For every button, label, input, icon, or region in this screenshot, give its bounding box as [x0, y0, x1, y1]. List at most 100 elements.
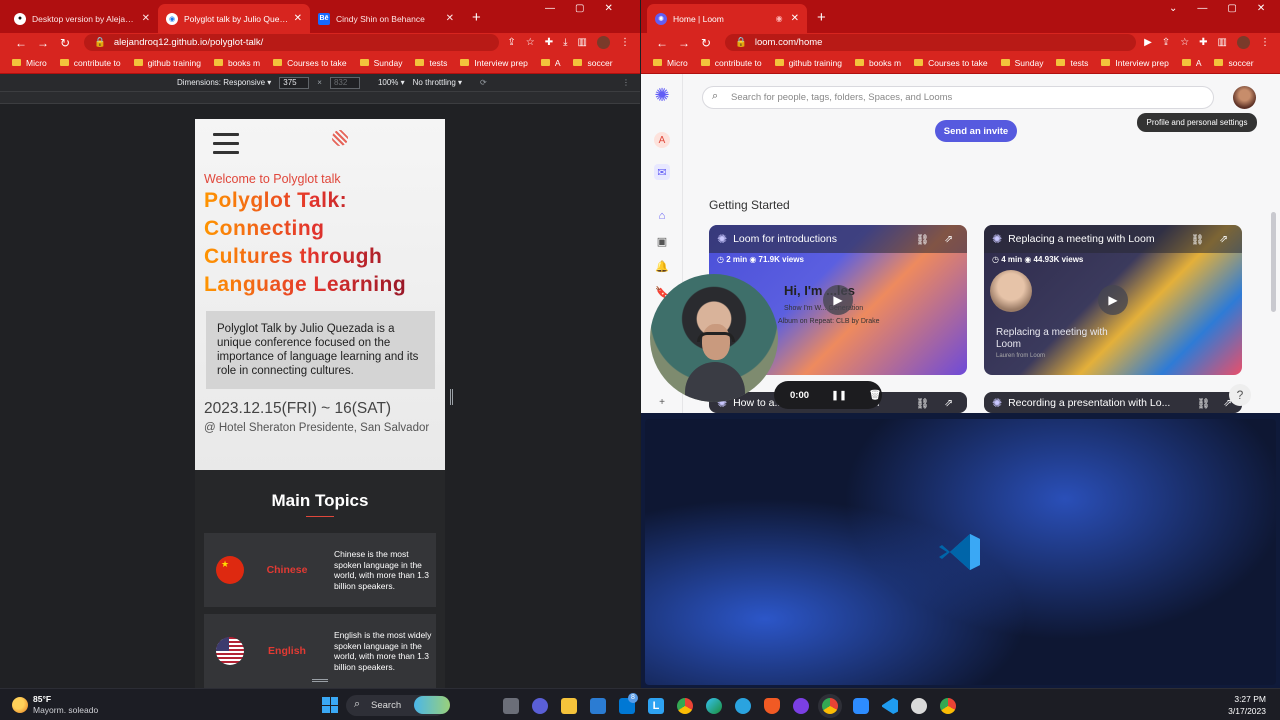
bookmark-item[interactable]: books m: [854, 58, 901, 68]
close-window-icon[interactable]: ✕: [604, 3, 612, 14]
tab-loom-home[interactable]: ✺ Home | Loom ◉ ✕: [647, 4, 807, 33]
help-button[interactable]: ?: [1229, 384, 1251, 406]
throttling-select[interactable]: No throttling ▾: [413, 78, 462, 87]
minimize-icon[interactable]: —: [545, 3, 555, 14]
back-icon[interactable]: ←: [10, 36, 32, 50]
file-explorer-icon[interactable]: [561, 698, 577, 714]
loom-logo-icon[interactable]: ✺: [654, 85, 670, 105]
clock-date[interactable]: 3/17/2023: [1222, 706, 1266, 716]
weather-temp[interactable]: 85°F: [33, 694, 51, 704]
trash-icon[interactable]: 🗑: [869, 390, 881, 401]
reload-icon[interactable]: ↻: [695, 36, 717, 50]
learn-app-icon[interactable]: L: [648, 698, 664, 714]
hamburger-menu-icon[interactable]: [213, 133, 239, 160]
close-window-icon[interactable]: ✕: [1257, 3, 1265, 14]
bell-icon[interactable]: 🔔: [654, 258, 670, 274]
tab-desktop-version[interactable]: ● Desktop version by Alejandroq ✕: [6, 4, 158, 33]
maximize-icon[interactable]: ▢: [1227, 3, 1236, 14]
video-card-recording-presentation[interactable]: ✺ Recording a presentation with Lo... ⛓ …: [984, 392, 1242, 413]
height-input[interactable]: 832: [329, 76, 360, 89]
bookmark-item[interactable]: Interview prep: [1101, 58, 1169, 68]
open-external-icon[interactable]: ⇗: [944, 397, 953, 409]
workspace-avatar[interactable]: A: [654, 132, 670, 148]
profile-icon[interactable]: [597, 36, 610, 49]
bookmark-item[interactable]: github training: [774, 58, 842, 68]
sidepanel-icon[interactable]: ▥: [1218, 37, 1227, 48]
rotate-icon[interactable]: ⟳: [480, 78, 487, 87]
dimensions-select[interactable]: Dimensions: Responsive ▾: [177, 78, 271, 87]
maximize-icon[interactable]: ▢: [575, 3, 584, 14]
bookmark-item[interactable]: A: [1181, 58, 1201, 68]
podcast-icon[interactable]: [793, 698, 809, 714]
share-icon[interactable]: ⇪: [507, 37, 515, 48]
taskbar-search[interactable]: ⌕ Search: [346, 695, 450, 716]
profile-avatar[interactable]: [1233, 86, 1256, 109]
webcam-bubble[interactable]: [650, 274, 778, 402]
add-icon[interactable]: +: [654, 394, 670, 410]
home-icon[interactable]: ⌂: [654, 208, 670, 224]
close-tab-icon[interactable]: ✕: [294, 13, 302, 24]
store-icon[interactable]: [590, 698, 606, 714]
bookmark-item[interactable]: soccer: [573, 58, 613, 68]
bookmark-item[interactable]: github training: [133, 58, 201, 68]
bookmark-item[interactable]: Sunday: [1000, 58, 1043, 68]
profile-icon[interactable]: [1237, 36, 1250, 49]
minimize-icon[interactable]: —: [1197, 3, 1207, 14]
reload-icon[interactable]: ↻: [54, 36, 76, 50]
bookmark-item[interactable]: Micro: [653, 58, 688, 68]
play-icon[interactable]: ▶: [1098, 285, 1128, 315]
scrollbar-thumb[interactable]: [1271, 212, 1276, 312]
bookmark-item[interactable]: tests: [1056, 58, 1088, 68]
search-input[interactable]: ⌕ Search for people, tags, folders, Spac…: [702, 86, 1214, 109]
copy-link-icon[interactable]: ⛓: [1191, 233, 1204, 246]
url-field[interactable]: 🔒 alejandroq12.github.io/polyglot-talk/: [84, 34, 500, 51]
camera-icon[interactable]: ▶: [1144, 37, 1152, 48]
edge-icon[interactable]: [706, 698, 722, 714]
vscode-taskbar-icon[interactable]: [882, 698, 898, 714]
play-icon[interactable]: ▶: [823, 285, 853, 315]
windows-start-icon[interactable]: [322, 697, 338, 713]
new-tab-button[interactable]: +: [462, 4, 491, 33]
clock-app-icon[interactable]: [911, 698, 927, 714]
bookmark-item[interactable]: A: [540, 58, 560, 68]
new-tab-button[interactable]: +: [807, 4, 836, 33]
bookmark-item[interactable]: books m: [213, 58, 260, 68]
chat-icon[interactable]: [532, 698, 548, 714]
chrome-icon[interactable]: [677, 698, 693, 714]
close-tab-icon[interactable]: ✕: [446, 13, 454, 24]
zoom-icon[interactable]: [853, 698, 869, 714]
forward-icon[interactable]: →: [673, 36, 695, 50]
back-icon[interactable]: ←: [651, 36, 673, 50]
download-icon[interactable]: ⤓: [563, 37, 567, 48]
bookmark-item[interactable]: Courses to take: [914, 58, 988, 68]
mail-icon[interactable]: ✉: [654, 164, 670, 180]
close-tab-icon[interactable]: ✕: [142, 13, 150, 24]
sidepanel-icon[interactable]: ▥: [578, 37, 587, 48]
menu-icon[interactable]: ⋮: [1260, 37, 1270, 48]
bookmark-item[interactable]: soccer: [1214, 58, 1254, 68]
weather-desc[interactable]: Mayorm. soleado: [33, 705, 98, 715]
star-icon[interactable]: ☆: [526, 37, 535, 48]
close-tab-icon[interactable]: ✕: [791, 13, 799, 24]
chrome-profile-icon[interactable]: [940, 698, 956, 714]
copy-link-icon[interactable]: ⛓: [916, 397, 929, 410]
star-icon[interactable]: ☆: [1180, 37, 1189, 48]
menu-icon[interactable]: ⋮: [620, 37, 630, 48]
chevron-down-icon[interactable]: ⌄: [1169, 3, 1177, 14]
bookmark-item[interactable]: Sunday: [359, 58, 402, 68]
tab-behance[interactable]: Bē Cindy Shin on Behance ✕: [310, 4, 462, 33]
open-external-icon[interactable]: ⇗: [944, 233, 953, 245]
pause-icon[interactable]: ❚❚: [831, 390, 847, 401]
bookmark-item[interactable]: contribute to: [59, 58, 121, 68]
bookmark-item[interactable]: Interview prep: [460, 58, 528, 68]
telegram-icon[interactable]: [735, 698, 751, 714]
video-card-replacing-meeting[interactable]: ✺ Replacing a meeting with Loom ⛓ ⇗ ◷ 4 …: [984, 225, 1242, 375]
open-external-icon[interactable]: ⇗: [1219, 233, 1228, 245]
bookmark-item[interactable]: contribute to: [700, 58, 762, 68]
resize-handle-right[interactable]: [450, 389, 453, 405]
forward-icon[interactable]: →: [32, 36, 54, 50]
width-input[interactable]: 375: [279, 76, 310, 89]
tab-polyglot-talk[interactable]: ◉ Polyglot talk by Julio Quezada ✕: [158, 4, 310, 33]
zoom-select[interactable]: 100% ▾: [378, 78, 405, 87]
copy-link-icon[interactable]: ⛓: [916, 233, 929, 246]
